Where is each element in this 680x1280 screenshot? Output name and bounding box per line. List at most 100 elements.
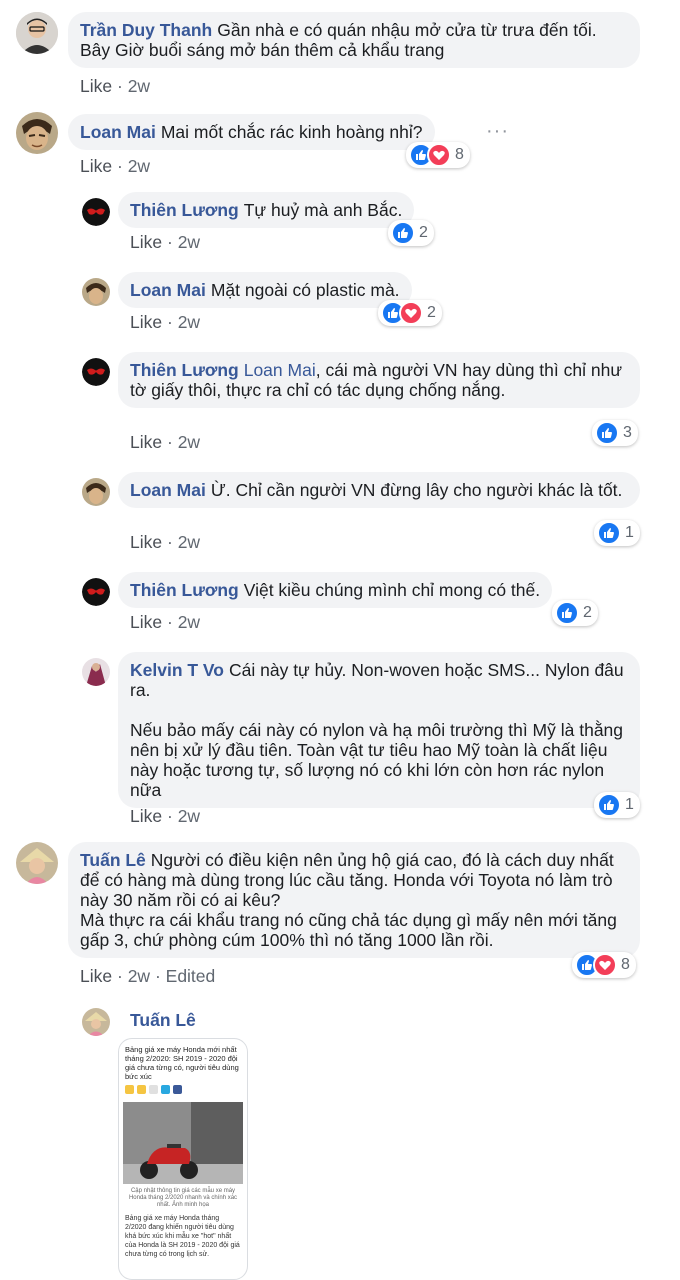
timestamp[interactable]: 2w bbox=[128, 76, 150, 96]
comment-actions: Like · 2w bbox=[130, 432, 200, 453]
comment-author[interactable]: Thiên Lương bbox=[130, 200, 239, 220]
comment-actions: Like · 2w bbox=[80, 156, 150, 177]
reaction-summary[interactable]: 1 bbox=[594, 792, 640, 818]
reaction-count: 8 bbox=[621, 956, 630, 973]
like-reaction-icon bbox=[597, 521, 621, 545]
like-reaction-icon bbox=[555, 601, 579, 625]
separator: · bbox=[166, 612, 173, 632]
timestamp[interactable]: 2w bbox=[178, 432, 200, 452]
separator: · bbox=[166, 312, 173, 332]
comment-author[interactable]: Thiên Lương bbox=[130, 580, 239, 600]
avatar[interactable] bbox=[82, 578, 110, 606]
avatar[interactable] bbox=[82, 1008, 110, 1036]
reaction-summary[interactable]: 8 bbox=[406, 142, 470, 168]
comment-author[interactable]: Tuấn Lê bbox=[80, 850, 146, 870]
comment-actions: Like · 2w bbox=[130, 312, 200, 333]
edited-label[interactable]: Edited bbox=[166, 966, 216, 986]
reaction-count: 2 bbox=[583, 604, 592, 621]
love-reaction-icon bbox=[427, 143, 451, 167]
reaction-count: 1 bbox=[625, 524, 634, 541]
avatar[interactable] bbox=[16, 12, 58, 54]
like-link[interactable]: Like bbox=[130, 232, 162, 252]
reaction-count: 1 bbox=[625, 796, 634, 813]
like-reaction-icon bbox=[391, 221, 415, 245]
image-attachment[interactable]: Bảng giá xe máy Honda mới nhất tháng 2/2… bbox=[118, 1038, 248, 1280]
timestamp[interactable]: 2w bbox=[178, 612, 200, 632]
share-icon bbox=[149, 1085, 158, 1094]
like-link[interactable]: Like bbox=[130, 532, 162, 552]
timestamp[interactable]: 2w bbox=[178, 232, 200, 252]
messenger-icon bbox=[161, 1085, 170, 1094]
share-icons bbox=[119, 1083, 247, 1096]
comment-author[interactable]: Kelvin T Vo bbox=[130, 660, 224, 680]
avatar[interactable] bbox=[82, 198, 110, 226]
comment-text: Ừ. Chỉ cần người VN đừng lây cho người k… bbox=[210, 480, 623, 500]
comment-author[interactable]: Thiên Lương bbox=[130, 360, 239, 380]
like-link[interactable]: Like bbox=[130, 432, 162, 452]
motorbike-photo bbox=[123, 1102, 243, 1184]
reaction-summary[interactable]: 8 bbox=[572, 952, 636, 978]
love-reaction-icon bbox=[399, 301, 423, 325]
mention-link[interactable]: Loan Mai bbox=[244, 360, 316, 380]
comment-bubble: Trần Duy Thanh Gần nhà e có quán nhậu mở … bbox=[68, 12, 640, 68]
separator: · bbox=[166, 532, 173, 552]
separator: · bbox=[116, 76, 123, 96]
comment-author[interactable]: Loan Mai bbox=[130, 480, 206, 500]
timestamp[interactable]: 2w bbox=[178, 532, 200, 552]
avatar[interactable] bbox=[82, 658, 110, 686]
like-link[interactable]: Like bbox=[80, 156, 112, 176]
timestamp[interactable]: 2w bbox=[128, 966, 150, 986]
comment-text: Mặt ngoài có plastic mà. bbox=[210, 280, 400, 300]
like-link[interactable]: Like bbox=[130, 612, 162, 632]
avatar[interactable] bbox=[82, 358, 110, 386]
more-options-icon[interactable]: ··· bbox=[486, 120, 509, 143]
comment-actions: Like · 2w bbox=[130, 612, 200, 633]
comment-actions: Like · 2w · Edited bbox=[80, 966, 215, 987]
reaction-count: 2 bbox=[419, 224, 428, 241]
comment-actions: Like · 2w bbox=[130, 532, 200, 553]
avatar[interactable] bbox=[82, 478, 110, 506]
comment-actions: Like · 2w bbox=[130, 806, 200, 827]
like-link[interactable]: Like bbox=[80, 76, 112, 96]
like-link[interactable]: Like bbox=[80, 966, 112, 986]
article-headline: Bảng giá xe máy Honda mới nhất tháng 2/2… bbox=[125, 1045, 239, 1081]
like-link[interactable]: Like bbox=[130, 806, 162, 826]
love-reaction-icon bbox=[593, 953, 617, 977]
photo-caption: Cập nhật thông tin giá các mẫu xe máy Ho… bbox=[128, 1188, 238, 1208]
avatar[interactable] bbox=[16, 842, 58, 884]
comment-paragraph: Nếu bảo mấy cái này có nylon và hạ môi t… bbox=[130, 720, 624, 800]
avatar[interactable] bbox=[16, 112, 58, 154]
comment-bubble: Tuấn Lê Người có điều kiện nên ủng hộ giá… bbox=[68, 842, 640, 958]
avatar[interactable] bbox=[82, 278, 110, 306]
reply-bubble: Loan Mai Mặt ngoài có plastic mà. bbox=[118, 272, 412, 308]
comment-author[interactable]: Tuấn Lê bbox=[130, 1010, 196, 1031]
comment-author[interactable]: Loan Mai bbox=[80, 122, 156, 142]
comment-text: Tự huỷ mà anh Bắc. bbox=[243, 200, 403, 220]
timestamp[interactable]: 2w bbox=[178, 806, 200, 826]
reaction-summary[interactable]: 2 bbox=[388, 220, 434, 246]
article-body: Bảng giá xe máy Honda tháng 2/2020 đang … bbox=[125, 1215, 240, 1258]
like-reaction-icon bbox=[597, 793, 621, 817]
reaction-summary[interactable]: 2 bbox=[378, 300, 442, 326]
comment-author[interactable]: Loan Mai bbox=[130, 280, 206, 300]
reaction-summary[interactable]: 3 bbox=[592, 420, 638, 446]
comment-author[interactable]: Trần Duy Thanh bbox=[80, 20, 212, 40]
timestamp[interactable]: 2w bbox=[178, 312, 200, 332]
separator: · bbox=[116, 966, 123, 986]
comment-bubble: Loan Mai Mai mốt chắc rác kinh hoàng nhỉ? bbox=[68, 114, 435, 150]
separator: · bbox=[116, 156, 123, 176]
reply-bubble: Loan Mai Ừ. Chỉ cần người VN đừng lây cho… bbox=[118, 472, 640, 508]
reaction-summary[interactable]: 2 bbox=[552, 600, 598, 626]
comment-actions: Like · 2w bbox=[130, 232, 200, 253]
like-link[interactable]: Like bbox=[130, 312, 162, 332]
share-icon bbox=[137, 1085, 146, 1094]
timestamp[interactable]: 2w bbox=[128, 156, 150, 176]
comment-paragraph: Mà thực ra cái khẩu trang nó cũng chả tá… bbox=[80, 910, 617, 950]
share-icon bbox=[125, 1085, 134, 1094]
separator: · bbox=[166, 232, 173, 252]
comment-text: Người có điều kiện nên ủng hộ giá cao, đ… bbox=[80, 850, 614, 910]
reply-bubble: Thiên Lương Tự huỷ mà anh Bắc. bbox=[118, 192, 415, 228]
reaction-summary[interactable]: 1 bbox=[594, 520, 640, 546]
comment-actions: Like · 2w bbox=[80, 76, 150, 97]
like-reaction-icon bbox=[595, 421, 619, 445]
